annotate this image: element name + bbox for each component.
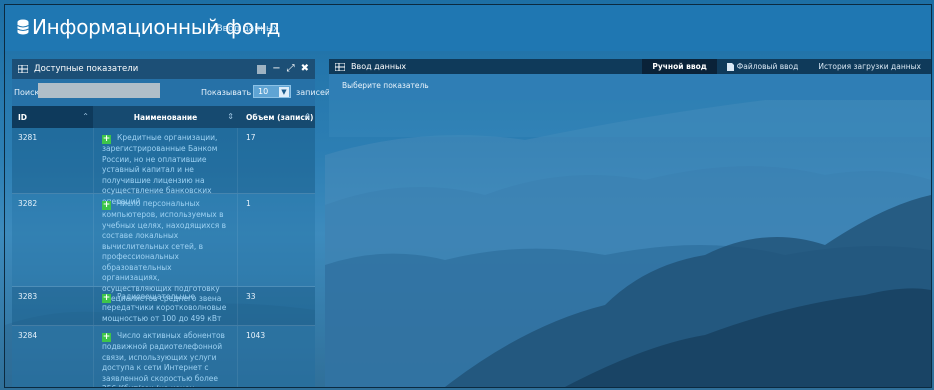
add-icon[interactable]: + [102,294,111,303]
panel-title: Доступные показатели [34,64,139,74]
row-name-cell: + Число активных абонентов подвижной ради… [93,326,238,387]
breadcrumb[interactable]: › Ввод данных [210,24,278,34]
table-icon [18,65,28,73]
window-controls: − ⤢ ✖ [257,64,309,74]
row-name-cell: + Кредитные организации, зарегистрированн… [93,128,238,206]
page-size-value: 10 [258,87,269,96]
indicators-panel: Доступные показатели − ⤢ ✖ Поиск: Показы… [12,59,330,387]
row-volume: 1 [246,199,251,208]
tab-bar: Ручной ввод Файловый ввод История загруз… [642,59,931,74]
records-label: записей [296,88,331,97]
table-row[interactable]: 3283 + Радиовещательные передатчики корот… [12,287,315,326]
table-icon [335,62,345,71]
expand-button[interactable]: ⤢ [287,64,295,74]
minimize-button[interactable]: − [272,64,280,74]
search-input[interactable] [38,83,160,98]
app-header: Информационный фонд › Ввод данных [5,5,931,51]
row-volume: 1043 [246,331,266,340]
sort-icon: ⌃ [82,112,89,121]
tab-file-input[interactable]: Файловый ввод [717,59,809,74]
row-name-cell: + Число персональных компьютеров, использ… [93,194,238,303]
row-name[interactable]: Радиовещательные передатчики коротковолн… [102,292,226,323]
table-toolbar: Поиск: Показывать 10 ▼ записей [12,79,330,106]
tab-label: Файловый ввод [736,62,799,71]
color-square-icon[interactable] [257,64,267,74]
add-icon[interactable]: + [102,135,111,144]
tab-label: Ручной ввод [652,62,707,71]
select-indicator-prompt: Выберите показатель [342,81,429,90]
panel-titlebar: Ввод данных Ручной ввод Файловый ввод Ис… [329,59,931,74]
app-window: Информационный фонд › Ввод данных Доступ… [4,4,932,388]
row-name-cell: + Радиовещательные передатчики коротковол… [93,287,238,325]
panel-body: Выберите показатель [329,74,931,100]
row-volume: 17 [246,133,256,142]
column-header-name[interactable]: Наименование ⇕ [93,106,238,128]
column-header-id[interactable]: ID ⌃ [12,106,93,128]
sort-icon: ⇕ [304,112,311,121]
row-name[interactable]: Число активных абонентов подвижной радио… [102,331,225,387]
database-icon [17,19,29,35]
table-row[interactable]: 3281 + Кредитные организации, зарегистрир… [12,128,315,206]
panel-titlebar: Доступные показатели − ⤢ ✖ [12,59,315,79]
close-button[interactable]: ✖ [301,64,309,74]
data-entry-panel: Ввод данных Ручной ввод Файловый ввод Ис… [329,59,931,137]
column-header-volume[interactable]: Объем (записи) ⇕ [238,106,315,128]
row-id: 3284 [18,331,38,340]
add-icon[interactable]: + [102,333,111,342]
tab-manual-input[interactable]: Ручной ввод [642,59,717,74]
column-header-label: ID [18,112,28,122]
file-icon [726,62,734,71]
sort-icon: ⇕ [227,112,234,121]
chevron-down-icon: ▼ [279,87,289,97]
row-id: 3282 [18,199,38,208]
table-header: ID ⌃ Наименование ⇕ Объем (записи) ⇕ [12,106,315,128]
row-volume: 33 [246,292,256,301]
tab-label: История загрузки данных [818,62,921,71]
panel-title: Ввод данных [351,62,407,71]
page-size-label: Показывать [201,88,252,97]
column-header-label: Наименование [133,112,198,122]
table-row[interactable]: 3284 + Число активных абонентов подвижной… [12,326,315,387]
add-icon[interactable]: + [102,201,111,210]
table-row[interactable]: 3282 + Число персональных компьютеров, ис… [12,194,315,303]
tab-upload-history[interactable]: История загрузки данных [808,59,931,74]
table-body: 3281 + Кредитные организации, зарегистрир… [12,128,315,387]
row-id: 3281 [18,133,38,142]
page-size-select[interactable]: 10 ▼ [253,85,291,98]
row-id: 3283 [18,292,38,301]
